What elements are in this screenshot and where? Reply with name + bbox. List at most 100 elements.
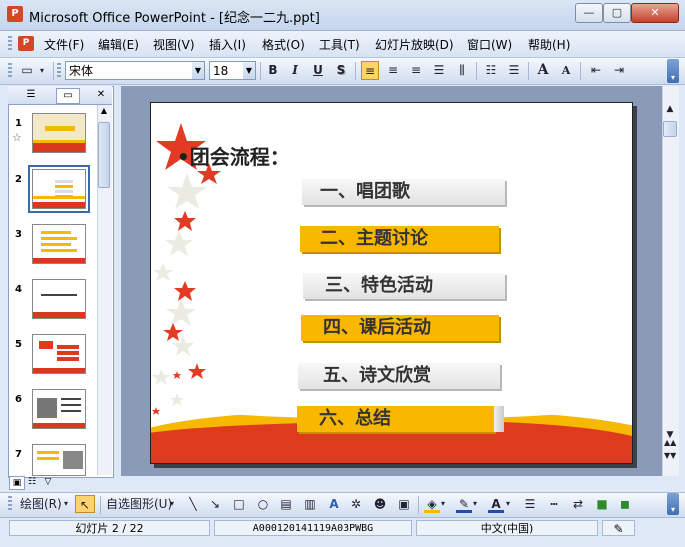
agenda-item-4[interactable]: 四、课后活动: [301, 315, 499, 341]
line-style-icon[interactable]: ☰: [522, 495, 538, 513]
current-slide[interactable]: •团会流程： 一、唱团歌 二、主题讨论 三、特色活动 四、课后活动 五、诗文欣赏…: [150, 102, 633, 464]
menu-tools[interactable]: 工具(T): [319, 36, 360, 53]
agenda-item-5[interactable]: 五、诗文欣赏: [298, 363, 500, 389]
toolbar-grip[interactable]: [8, 496, 12, 512]
numbering-icon[interactable]: ☷: [482, 61, 500, 80]
3d-style-icon[interactable]: ◼: [617, 495, 633, 513]
document-icon[interactable]: P: [18, 36, 34, 51]
toolbar-options-icon[interactable]: ▾: [37, 61, 47, 80]
minimize-button[interactable]: —: [575, 3, 603, 23]
shadow-button[interactable]: S: [332, 61, 350, 80]
agenda-item-6[interactable]: 六、总结: [297, 406, 494, 432]
slide-scrollbar[interactable]: [662, 86, 679, 476]
menu-window[interactable]: 窗口(W): [467, 36, 512, 53]
bullets-icon[interactable]: ☰: [505, 61, 523, 80]
italic-button[interactable]: I: [286, 61, 304, 80]
slide-scroll-thumb[interactable]: [663, 121, 677, 137]
menu-view[interactable]: 视图(V): [153, 36, 195, 53]
font-size-select[interactable]: 18 ▼: [209, 61, 256, 80]
powerpoint-app-icon[interactable]: P: [7, 6, 23, 22]
arrow-style-icon[interactable]: ⇄: [570, 495, 586, 513]
slide-thumbnail-6[interactable]: [32, 389, 86, 429]
line-icon[interactable]: ╲: [186, 495, 200, 513]
arrow-icon[interactable]: ↘: [208, 495, 222, 513]
draw-menu-button[interactable]: 绘图(R): [20, 495, 62, 513]
select-objects-icon[interactable]: ↖: [75, 495, 95, 513]
menu-help[interactable]: 帮助(H): [528, 36, 570, 53]
slide-title[interactable]: •团会流程：: [177, 141, 290, 170]
justify-icon[interactable]: ☰: [430, 61, 448, 80]
chevron-down-icon[interactable]: ▼: [192, 62, 204, 79]
bold-button[interactable]: B: [264, 61, 282, 80]
chevron-down-icon[interactable]: ▾: [441, 495, 445, 513]
distribute-icon[interactable]: ⫼: [453, 61, 471, 80]
scroll-up-icon[interactable]: ▲: [664, 104, 676, 114]
slide-number: 6: [15, 394, 22, 405]
decrease-indent-icon[interactable]: ⇤: [587, 61, 605, 80]
slide-thumbnail-1[interactable]: [32, 113, 86, 153]
slide-thumbnail-4[interactable]: [32, 279, 86, 319]
autoshapes-menu-button[interactable]: 自选图形(U): [106, 495, 172, 513]
font-name-select[interactable]: 宋体 ▼: [65, 61, 205, 80]
textbox-icon[interactable]: ▤: [278, 495, 294, 513]
slideshow-view-icon[interactable]: ▽: [41, 476, 55, 488]
normal-view-icon[interactable]: ▣: [9, 476, 25, 490]
scroll-up-icon[interactable]: ▲: [98, 106, 110, 118]
chevron-down-icon[interactable]: ▾: [170, 495, 174, 513]
slide-thumbnail-5[interactable]: [32, 334, 86, 374]
separator: [580, 62, 581, 80]
toolbar-grip[interactable]: [8, 63, 12, 79]
clipart-icon[interactable]: ☻: [372, 495, 388, 513]
menu-grip[interactable]: [8, 36, 12, 52]
shrink-font-button[interactable]: A: [557, 61, 575, 80]
agenda-item-1[interactable]: 一、唱团歌: [302, 179, 505, 205]
align-right-icon[interactable]: ≡: [407, 61, 425, 80]
spelling-check-icon[interactable]: ✎: [602, 520, 635, 536]
slide-thumbnail-2[interactable]: [32, 169, 86, 209]
outline-tab[interactable]: ☰: [20, 88, 42, 102]
vertical-textbox-icon[interactable]: ▥: [302, 495, 318, 513]
close-button[interactable]: ✕: [631, 3, 679, 23]
slide-sorter-view-icon[interactable]: ☷: [25, 476, 39, 488]
new-slide-icon[interactable]: ▭: [18, 61, 36, 80]
menu-insert[interactable]: 插入(I): [209, 36, 246, 53]
dash-style-icon[interactable]: ┅: [546, 495, 562, 513]
close-pane-icon[interactable]: ✕: [90, 88, 112, 102]
font-color-icon[interactable]: A: [488, 495, 504, 513]
previous-slide-icon[interactable]: ▲▲: [664, 439, 676, 447]
next-slide-icon[interactable]: ▼▼: [664, 452, 676, 460]
toolbar-options-chevron-icon[interactable]: ▾: [667, 493, 679, 515]
diagram-icon[interactable]: ✲: [348, 495, 364, 513]
slide-thumbnail-3[interactable]: [32, 224, 86, 264]
chevron-down-icon[interactable]: ▼: [243, 62, 255, 79]
slides-tab[interactable]: ▭: [56, 88, 80, 104]
menu-file[interactable]: 文件(F): [44, 36, 84, 53]
transition-icon[interactable]: ☆: [12, 131, 22, 144]
agenda-item-3[interactable]: 三、特色活动: [303, 273, 505, 299]
maximize-button[interactable]: ▢: [603, 3, 631, 23]
agenda-item-2[interactable]: 二、主题讨论: [300, 226, 499, 252]
align-center-icon[interactable]: ≡: [384, 61, 402, 80]
shadow-style-icon[interactable]: ■: [594, 495, 610, 513]
design-template-name: A000120141119A03PWBG: [214, 520, 412, 536]
line-color-icon[interactable]: ✎: [456, 495, 472, 513]
rectangle-icon[interactable]: □: [231, 495, 247, 513]
picture-icon[interactable]: ▣: [396, 495, 412, 513]
oval-icon[interactable]: ○: [254, 495, 272, 513]
grow-font-button[interactable]: A: [534, 61, 552, 80]
slides-pane-scroll-thumb[interactable]: [98, 122, 110, 188]
fill-color-icon[interactable]: ◈: [424, 495, 440, 513]
menu-edit[interactable]: 编辑(E): [98, 36, 139, 53]
chevron-down-icon[interactable]: ▾: [64, 495, 68, 513]
chevron-down-icon[interactable]: ▾: [506, 495, 510, 513]
toolbar-grip[interactable]: [57, 63, 61, 79]
menu-format[interactable]: 格式(O): [262, 36, 305, 53]
increase-indent-icon[interactable]: ⇥: [610, 61, 628, 80]
underline-button[interactable]: U: [309, 61, 327, 80]
toolbar-options-chevron-icon[interactable]: ▾: [667, 59, 679, 83]
align-left-icon[interactable]: ≡: [361, 61, 379, 80]
chevron-down-icon[interactable]: ▾: [473, 495, 477, 513]
slide-thumbnail-7[interactable]: [32, 444, 86, 476]
menu-slideshow[interactable]: 幻灯片放映(D): [375, 36, 454, 53]
wordart-icon[interactable]: A: [326, 495, 342, 513]
